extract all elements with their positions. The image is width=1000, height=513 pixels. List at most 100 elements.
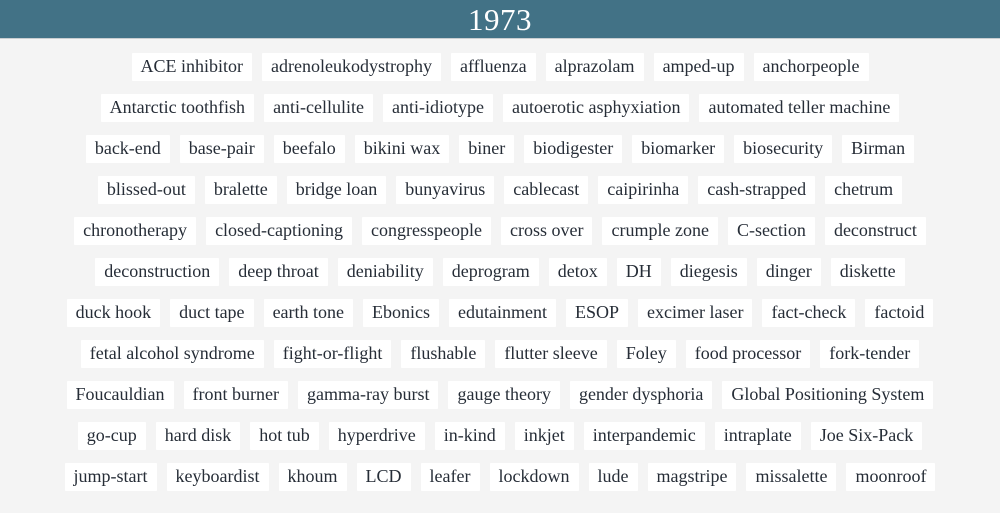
word-chip[interactable]: amped-up [653,52,744,81]
word-row: fetal alcohol syndrome fight-or-flight flu… [4,333,996,374]
word-chip[interactable]: front burner [183,380,288,409]
word-chip[interactable]: food processor [685,339,811,368]
word-chip[interactable]: jump-start [64,462,157,491]
word-chip[interactable]: moonroof [846,462,936,491]
word-chip[interactable]: leafer [420,462,480,491]
word-chip[interactable]: chronotherapy [74,216,197,245]
word-chip[interactable]: deconstruction [95,257,220,286]
word-chip[interactable]: biosecurity [734,134,833,163]
word-chip[interactable]: missalette [746,462,837,491]
word-chip[interactable]: lockdown [489,462,579,491]
page-root: 1973 ACE inhibitor adrenoleukodystrophy af… [0,0,1000,513]
word-row: chronotherapy closed-captioning congresspe… [4,210,996,251]
word-chip[interactable]: blissed-out [97,175,195,204]
word-row: Foucauldian front burner gamma-ray burst ga… [4,374,996,415]
word-chip[interactable]: anti-cellulite [264,93,374,122]
word-chip[interactable]: Foley [616,339,676,368]
word-chip[interactable]: earth tone [263,298,354,327]
word-chip[interactable]: anti-idiotype [383,93,494,122]
word-chip[interactable]: factoid [865,298,934,327]
word-chip[interactable]: fork-tender [820,339,920,368]
word-chip[interactable]: gamma-ray burst [298,380,439,409]
word-chip[interactable]: automated teller machine [699,93,900,122]
word-chip[interactable]: flushable [401,339,486,368]
word-chip[interactable]: gender dysphoria [569,380,713,409]
word-chip[interactable]: chetrum [825,175,903,204]
word-chip[interactable]: gauge theory [448,380,560,409]
word-chip[interactable]: edutainment [449,298,557,327]
word-chip[interactable]: fact-check [762,298,856,327]
word-chip[interactable]: diegesis [670,257,747,286]
page-title: 1973 [468,1,532,37]
word-chip[interactable]: back-end [85,134,170,163]
word-chip[interactable]: Global Positioning System [722,380,934,409]
word-chip[interactable]: deniability [337,257,433,286]
word-chip[interactable]: hard disk [155,421,241,450]
word-chip[interactable]: Ebonics [363,298,440,327]
word-chip[interactable]: adrenoleukodystrophy [262,52,441,81]
word-row: Antarctic toothfish anti-cellulite anti-id… [4,87,996,128]
word-chip[interactable]: anchorpeople [753,52,869,81]
word-chip[interactable]: khoum [278,462,347,491]
word-chip[interactable]: inkjet [514,421,574,450]
word-chip[interactable]: Birman [842,134,915,163]
word-chip[interactable]: hyperdrive [328,421,425,450]
word-chip[interactable]: biomarker [632,134,725,163]
word-chip[interactable]: biodigester [524,134,623,163]
word-chip[interactable]: congresspeople [362,216,491,245]
word-chip[interactable]: autoerotic asphyxiation [503,93,690,122]
word-row: back-end base-pair beefalo bikini wax biner b… [4,128,996,169]
word-chip[interactable]: crumple zone [602,216,718,245]
word-chip[interactable]: deconstruct [824,216,926,245]
word-chip[interactable]: detox [548,257,607,286]
word-chip[interactable]: flutter sleeve [495,339,607,368]
word-chip[interactable]: bunyavirus [396,175,495,204]
word-chip[interactable]: fetal alcohol syndrome [80,339,264,368]
word-chip[interactable]: magstripe [647,462,737,491]
word-chip[interactable]: DH [616,257,661,286]
word-chip[interactable]: intraplate [714,421,801,450]
word-chip[interactable]: lude [588,462,638,491]
word-chip[interactable]: Foucauldian [66,380,174,409]
word-chip[interactable]: LCD [356,462,411,491]
word-chip[interactable]: caipirinha [598,175,689,204]
word-chip[interactable]: deep throat [229,257,328,286]
word-chip[interactable]: ACE inhibitor [131,52,252,81]
word-chip[interactable]: closed-captioning [206,216,353,245]
word-chip[interactable]: cash-strapped [698,175,816,204]
word-chip[interactable]: beefalo [273,134,345,163]
word-chip[interactable]: dinger [756,257,821,286]
word-chip[interactable]: base-pair [179,134,264,163]
word-row: duck hook duct tape earth tone Ebonics eduta… [4,292,996,333]
page-header: 1973 [0,0,1000,38]
word-chip[interactable]: bridge loan [286,175,387,204]
word-chip[interactable]: duck hook [66,298,161,327]
word-chip[interactable]: bralette [204,175,277,204]
word-chip[interactable]: hot tub [250,421,319,450]
word-chip[interactable]: deprogram [442,257,539,286]
word-chip[interactable]: cablecast [504,175,589,204]
word-chip[interactable]: go-cup [77,421,146,450]
word-chip[interactable]: affluenza [450,52,536,81]
word-chip[interactable]: in-kind [434,421,505,450]
word-chip[interactable]: ESOP [566,298,629,327]
word-row: go-cup hard disk hot tub hyperdrive in-kind i… [4,415,996,456]
word-chip[interactable]: bikini wax [354,134,450,163]
word-chip[interactable]: Antarctic toothfish [100,93,255,122]
word-cloud: ACE inhibitor adrenoleukodystrophy affluen… [0,38,1000,513]
word-chip[interactable]: interpandemic [583,421,705,450]
word-chip[interactable]: keyboardist [166,462,269,491]
word-chip[interactable]: C-section [727,216,815,245]
word-row: jump-start keyboardist khoum LCD leafer lockd… [4,456,996,497]
word-chip[interactable]: duct tape [170,298,254,327]
word-row: blissed-out bralette bridge loan bunyavirus… [4,169,996,210]
word-chip[interactable]: Joe Six-Pack [810,421,923,450]
word-chip[interactable]: excimer laser [638,298,753,327]
word-chip[interactable]: alprazolam [545,52,644,81]
word-chip[interactable]: fight-or-flight [273,339,392,368]
word-chip[interactable]: diskette [830,257,905,286]
word-chip[interactable]: cross over [501,216,593,245]
word-chip[interactable]: biner [459,134,515,163]
word-row: deconstruction deep throat deniability depr… [4,251,996,292]
word-row: ACE inhibitor adrenoleukodystrophy affluen… [4,46,996,87]
